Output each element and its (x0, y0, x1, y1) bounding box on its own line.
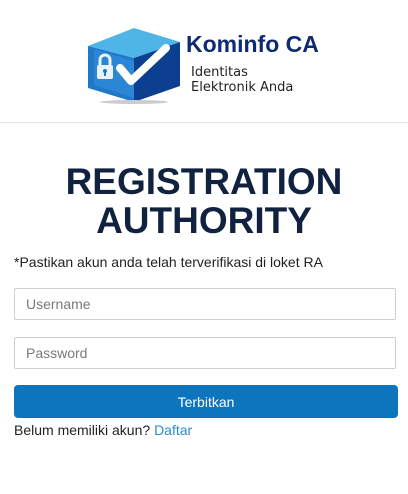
signup-text: Belum memiliki akun? (14, 422, 155, 438)
kominfo-logo-icon (88, 28, 180, 104)
brand-subtitle-line2: Elektronik Anda (191, 80, 294, 95)
username-input[interactable] (14, 288, 396, 320)
verification-notice: *Pastikan akun anda telah terverifikasi … (14, 254, 323, 270)
page-title: REGISTRATION AUTHORITY (0, 162, 408, 240)
submit-button[interactable]: Terbitkan (14, 385, 398, 418)
brand-title: Kominfo CA (186, 31, 319, 57)
password-input[interactable] (14, 337, 396, 369)
page-title-line1: REGISTRATION (65, 161, 343, 202)
page-title-line2: AUTHORITY (96, 200, 312, 241)
signup-prompt: Belum memiliki akun? Daftar (14, 422, 192, 438)
header: Kominfo CA Identitas Elektronik Anda (0, 0, 408, 123)
signup-link[interactable]: Daftar (154, 422, 192, 438)
brand-subtitle: Identitas Elektronik Anda (191, 65, 301, 95)
brand-subtitle-line1: Identitas (191, 65, 248, 80)
